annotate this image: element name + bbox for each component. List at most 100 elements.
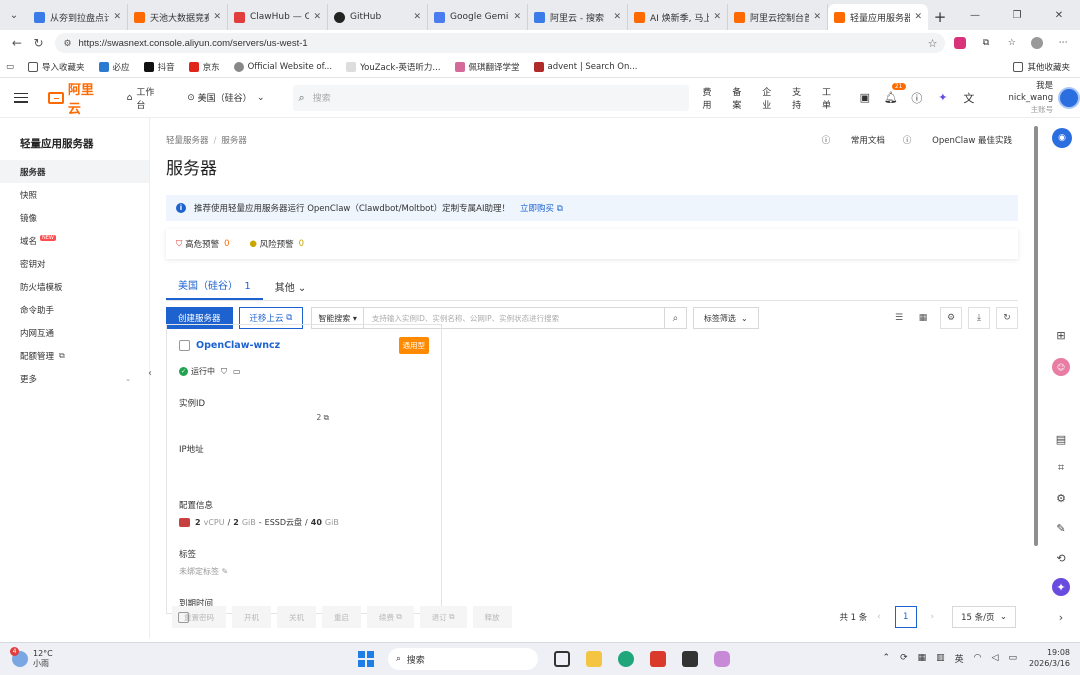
tray-app-icon[interactable]: ▥ <box>936 653 945 663</box>
edge-browser-icon[interactable] <box>618 651 634 667</box>
ai-assistant-icon[interactable]: ✦ <box>930 91 956 104</box>
avatar-icon[interactable]: ☺ <box>1052 358 1070 376</box>
prev-page-icon[interactable]: ‹ <box>877 612 880 622</box>
ime-indicator[interactable]: 英 <box>955 652 964 665</box>
high-risk-alert[interactable]: ⛉ 高危预警 0 <box>176 238 230 250</box>
bell-icon[interactable]: 🔔︎ 21 <box>878 83 906 104</box>
grid-view-icon[interactable]: ▦ <box>912 307 934 329</box>
tab-close-icon[interactable]: ✕ <box>813 12 821 22</box>
bookmark-item[interactable]: 佩琪翻译学堂 <box>454 61 520 73</box>
new-tab-button[interactable]: + <box>928 4 952 30</box>
sidebar-item-servers[interactable]: 服务器 <box>0 160 149 183</box>
file-explorer-icon[interactable] <box>586 651 602 667</box>
language-icon[interactable]: 文 <box>956 90 982 106</box>
task-view-icon[interactable] <box>554 651 570 667</box>
settings-icon[interactable]: ⚙ <box>940 307 962 329</box>
bookmark-star-icon[interactable]: ☆ <box>928 37 938 50</box>
expand-icon[interactable]: › <box>1052 608 1070 626</box>
wifi-icon[interactable]: ◠ <box>974 653 982 663</box>
list-view-icon[interactable]: ☰ <box>888 307 910 329</box>
collapse-sidebar-icon[interactable]: ‹ <box>148 368 152 379</box>
settings-icon[interactable]: ⚙ <box>1052 489 1070 507</box>
browser-tab-active[interactable]: 轻量应用服务器 ✕ <box>828 4 928 30</box>
chip-icon[interactable]: ⌗ <box>1052 459 1070 477</box>
tray-app-icon[interactable]: ⟳ <box>900 653 908 663</box>
download-icon[interactable]: ⤓ <box>968 307 990 329</box>
region-selector[interactable]: ⊙ 美国（硅谷） ⌄ <box>187 91 264 105</box>
profile-icon[interactable] <box>1027 37 1049 49</box>
menu-icon[interactable] <box>14 92 28 103</box>
ai-star-icon[interactable]: ✦ <box>1052 578 1070 596</box>
shield-icon[interactable]: ⛉ <box>221 367 227 377</box>
select-checkbox[interactable] <box>179 340 190 351</box>
bookmark-item[interactable]: YouZack-英语听力... <box>346 61 441 73</box>
ticket-link[interactable]: 工单 <box>822 85 840 111</box>
restart-button[interactable]: 重启 <box>322 606 361 628</box>
aliyun-logo[interactable]: 阿里云 <box>47 79 107 117</box>
bookmark-item[interactable]: 必应 <box>98 61 130 73</box>
app-cat-icon[interactable] <box>714 651 730 667</box>
docs-link[interactable]: ⓘ 常用文档 <box>822 134 885 146</box>
tag-filter-select[interactable]: 标签筛选 ⌄ <box>692 307 759 329</box>
browser-tab[interactable]: AI 焕新季, 马上 ✕ <box>628 4 728 30</box>
buy-now-link[interactable]: 立即购买 ⧉ <box>520 202 563 214</box>
breadcrumb-item[interactable]: 轻量服务器 <box>166 136 209 146</box>
tab-close-icon[interactable]: ✕ <box>914 12 922 22</box>
maximize-icon[interactable]: ❐ <box>996 0 1038 30</box>
user-menu[interactable]: 我是nick_wang 主账号 <box>992 80 1054 116</box>
unsubscribe-button[interactable]: 退订 ⧉ <box>419 606 467 628</box>
start-button[interactable]: 开机 <box>232 606 271 628</box>
tab-close-icon[interactable]: ✕ <box>213 12 221 22</box>
speaker-icon[interactable]: ◁ <box>992 653 999 663</box>
sidebar-item-intranet[interactable]: 内网互通 <box>0 321 149 344</box>
billing-link[interactable]: 费用 <box>703 85 721 111</box>
document-icon[interactable]: ▤ <box>1052 430 1070 448</box>
tab-close-icon[interactable]: ✕ <box>613 12 621 22</box>
tab-close-icon[interactable]: ✕ <box>113 12 121 22</box>
support-link[interactable]: 支持 <box>792 85 810 111</box>
sidebar-item-quota[interactable]: 配额管理 ⧉ <box>0 344 149 367</box>
reload-icon[interactable]: ↻ <box>28 36 50 50</box>
terminal-icon[interactable]: ▣ <box>852 91 878 104</box>
refresh-icon[interactable]: ↻ <box>996 307 1018 329</box>
browser-tab[interactable]: Google Gemini✕ <box>428 4 528 30</box>
windows-start-icon[interactable] <box>358 651 374 667</box>
sidebar-item-command-assistant[interactable]: 命令助手 <box>0 298 149 321</box>
page-button[interactable]: 1 <box>894 606 917 628</box>
tab-other[interactable]: 其他 ⌄ <box>263 279 319 300</box>
best-practice-link[interactable]: ⓘ OpenClaw 最佳实践 <box>903 134 1012 146</box>
sidebar-item-snapshots[interactable]: 快照 <box>0 183 149 206</box>
weather-widget[interactable]: 4 12°C 小雨 <box>10 647 53 669</box>
select-all-checkbox[interactable] <box>178 611 189 623</box>
tray-app-icon[interactable]: ▦ <box>918 653 927 663</box>
page-size-select[interactable]: 15 条/页 ⌄ <box>952 606 1016 628</box>
favorites-icon[interactable]: ☆ <box>1001 38 1023 48</box>
tab-close-icon[interactable]: ✕ <box>413 12 421 22</box>
icp-link[interactable]: 备案 <box>732 85 750 111</box>
tags-value[interactable]: 未绑定标签 ✎ <box>179 566 429 577</box>
close-window-icon[interactable]: ✕ <box>1038 0 1080 30</box>
taskbar-search[interactable]: ⌕ 搜索 <box>388 648 538 670</box>
stop-button[interactable]: 关机 <box>277 606 316 628</box>
release-button[interactable]: 释放 <box>472 606 512 628</box>
wps-icon[interactable] <box>650 651 666 667</box>
global-search-input[interactable]: ⌕ 搜索 <box>292 84 689 111</box>
avatar[interactable] <box>1058 86 1080 109</box>
url-field[interactable]: ⚙ https://swasnext.console.aliyun.com/se… <box>55 33 946 53</box>
browser-tab[interactable]: 阿里云控制台首 ✕ <box>728 4 828 30</box>
bookmark-item[interactable]: Official Website of... <box>233 61 332 72</box>
extension-icon[interactable] <box>949 37 971 49</box>
bookmark-item[interactable]: 京东 <box>188 61 220 73</box>
monitor-icon[interactable]: ▭ <box>233 367 241 376</box>
browser-tab[interactable]: 天池大数据竞赛 ✕ <box>128 4 228 30</box>
bookmark-item[interactable]: 抖音 <box>143 61 175 73</box>
browser-tab[interactable]: 阿里云 - 搜索 ✕ <box>528 4 628 30</box>
back-icon[interactable]: ← <box>6 36 28 50</box>
tab-close-icon[interactable]: ✕ <box>713 12 721 22</box>
minimize-icon[interactable]: — <box>954 0 996 30</box>
tray-expand-icon[interactable]: ⌃ <box>883 653 891 663</box>
tab-search-icon[interactable]: ⌄ <box>0 0 28 30</box>
browser-tab[interactable]: GitHub ✕ <box>328 4 428 30</box>
bookmark-item[interactable]: advent | Search On... <box>533 61 638 72</box>
server-name-link[interactable]: OpenClaw-wncz <box>196 340 280 351</box>
